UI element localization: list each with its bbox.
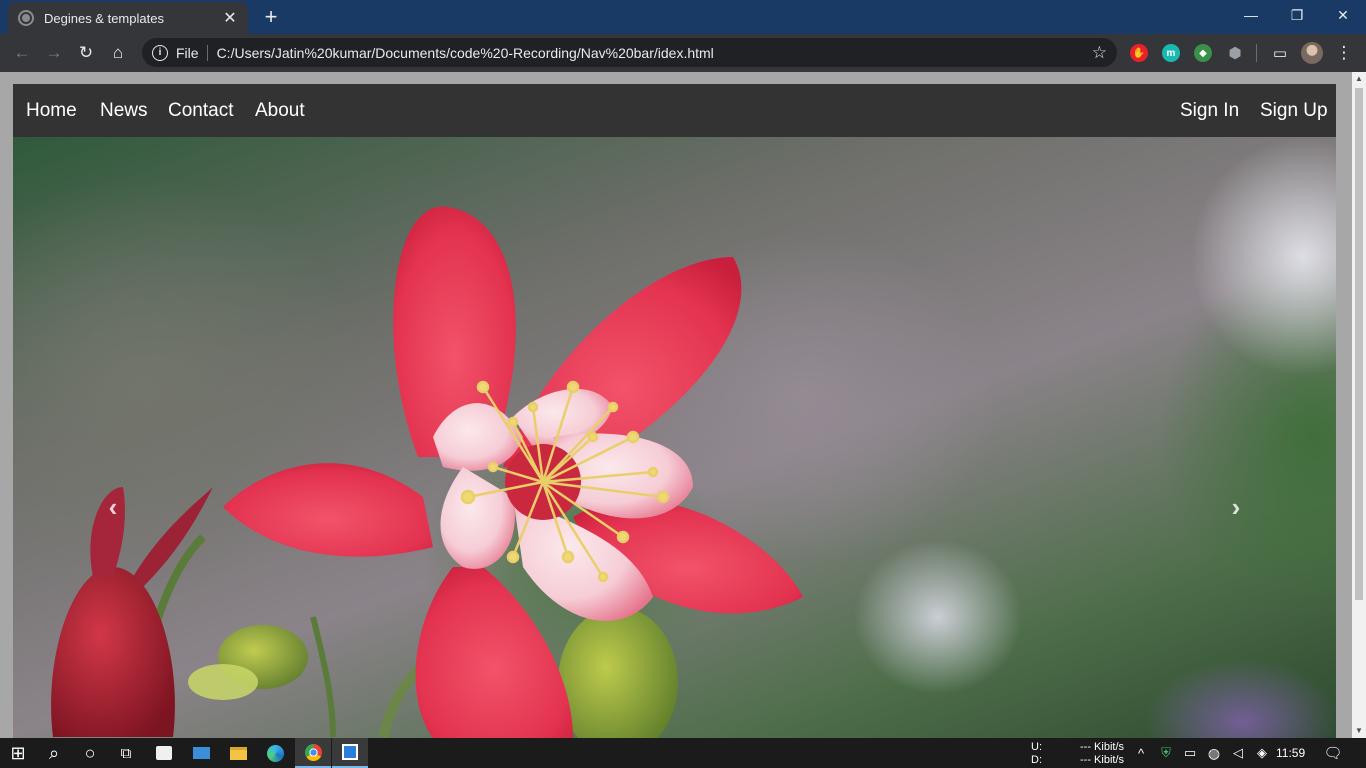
globe-icon [18,10,34,26]
browser-tab-strip: Degines & templates ✕ + — ❐ ✕ [0,0,1366,34]
nav-contact-link[interactable]: Contact [168,100,233,122]
scroll-up-arrow-icon[interactable]: ▲ [1352,72,1366,86]
file-explorer-icon[interactable] [220,738,256,768]
chrome-icon[interactable] [295,738,331,768]
cast-icon[interactable]: ▭ [1266,39,1294,67]
notifications-icon[interactable]: 🗨 [1318,738,1348,768]
shield-extension-icon[interactable]: ⬢ [1226,44,1244,62]
nav-home-link[interactable]: Home [26,100,77,122]
nav-signin-link[interactable]: Sign In [1180,100,1239,122]
tray-overflow-chevron-icon[interactable]: ^ [1128,738,1154,768]
browser-menu-icon[interactable]: ⋮ [1330,39,1358,67]
page-scrollbar[interactable]: ▲ ▼ [1352,72,1366,738]
search-icon[interactable]: ⌕ [36,738,72,768]
defender-shield-icon[interactable]: ⛨ [1154,738,1178,768]
flower-image [51,206,803,738]
editor-app-icon[interactable] [332,738,368,768]
taskbar-clock[interactable]: 11:59 [1276,746,1305,760]
scroll-down-arrow-icon[interactable]: ▼ [1352,724,1366,738]
profile-avatar[interactable] [1298,39,1326,67]
adblock-icon[interactable]: ✋ [1130,44,1148,62]
toolbar-divider [1256,44,1257,62]
carousel-next-chevron-icon[interactable]: › [1216,492,1256,522]
store-icon[interactable] [146,738,182,768]
tab-title: Degines & templates [44,10,164,26]
mail-icon[interactable] [183,738,219,768]
tab-close-icon[interactable]: ✕ [222,8,238,28]
dropbox-icon[interactable]: ◈ [1250,738,1274,768]
home-button[interactable]: ⌂ [104,39,132,67]
hero-carousel: ‹ › [13,137,1336,738]
url-text[interactable]: C:/Users/Jatin%20kumar/Documents/code%20… [217,45,1092,61]
browser-toolbar: ← → ↻ ⌂ i File C:/Users/Jatin%20kumar/Do… [0,34,1366,72]
restore-button[interactable]: ❐ [1274,0,1320,30]
color-extension-icon[interactable]: ◆ [1194,44,1212,62]
windows-taskbar: ⊞ ⌕ ○ ⧉ U: D: --- Kibit/s --- Kibit/s ^ … [0,738,1366,768]
task-view-icon[interactable]: ⧉ [108,738,144,768]
network-globe-icon[interactable]: ◍ [1202,738,1226,768]
scrollbar-thumb[interactable] [1355,88,1363,600]
cortana-icon[interactable]: ○ [72,738,108,768]
network-down-label: D: [1031,754,1042,766]
network-up-speed: --- Kibit/s [1080,741,1124,753]
reload-button[interactable]: ↻ [72,39,100,67]
bookmark-star-icon[interactable]: ☆ [1092,43,1107,63]
nav-about-link[interactable]: About [255,100,305,122]
carousel-prev-chevron-icon[interactable]: ‹ [93,492,133,522]
network-down-speed: --- Kibit/s [1080,754,1124,766]
new-tab-button[interactable]: + [258,4,284,30]
forward-button[interactable]: → [40,39,68,67]
scheme-label: File [176,44,208,61]
minimize-button[interactable]: — [1228,0,1274,30]
network-up-label: U: [1031,741,1042,753]
close-window-button[interactable]: ✕ [1320,0,1366,30]
nav-news-link[interactable]: News [100,100,148,122]
address-bar[interactable]: i File C:/Users/Jatin%20kumar/Documents/… [142,38,1117,67]
start-button-windows-icon[interactable]: ⊞ [0,738,36,768]
volume-icon[interactable]: ◁ [1226,738,1250,768]
m-extension-icon[interactable]: m [1162,44,1180,62]
edge-icon[interactable] [257,738,293,768]
nav-signup-link[interactable]: Sign Up [1260,100,1328,122]
battery-icon[interactable]: ▭ [1178,738,1202,768]
site-info-icon[interactable]: i [152,44,168,61]
back-button[interactable]: ← [8,39,36,67]
browser-tab[interactable]: Degines & templates ✕ [8,2,248,34]
site-navbar: Home News Contact About Sign In Sign Up [13,84,1336,137]
page-viewport: Home News Contact About Sign In Sign Up [0,72,1352,738]
